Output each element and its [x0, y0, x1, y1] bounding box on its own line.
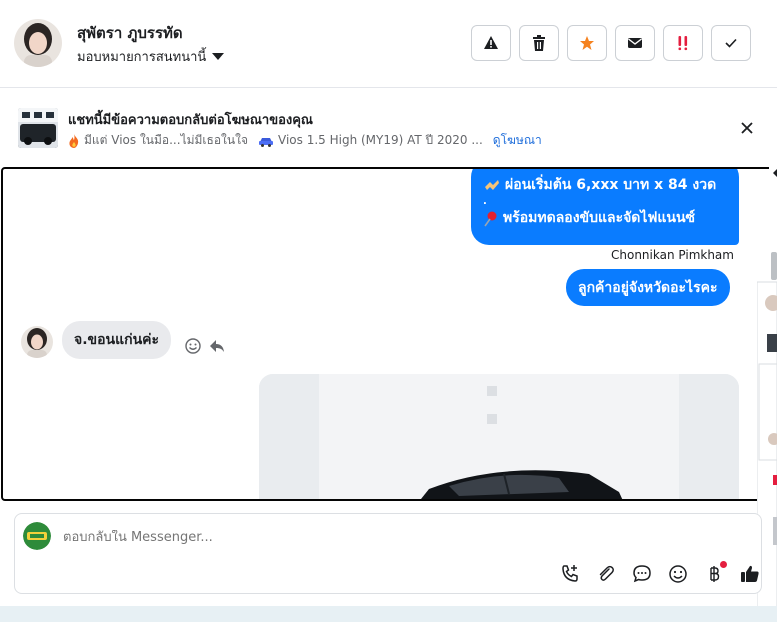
composer-toolbar — [557, 561, 763, 587]
hand-shake-icon — [485, 179, 499, 190]
message-line-1: ผ่อนเริ่มต้น 6,xxx บาท x 84 งวด — [505, 177, 717, 193]
message-line: . — [483, 196, 727, 208]
message-input[interactable] — [63, 530, 543, 545]
envelope-icon — [628, 38, 642, 48]
conversation-header: สุพัตรา ภูบรรทัด มอบหมายการสนทนานี้ — [0, 0, 777, 88]
emoji-button[interactable] — [665, 561, 691, 587]
saved-reply-button[interactable] — [629, 561, 655, 587]
message-line-3: พร้อมทดลองขับและจัดไฟแนนซ์ — [503, 210, 696, 226]
footer-background — [0, 606, 777, 622]
fire-icon — [69, 133, 79, 148]
contact-avatar[interactable] — [14, 19, 62, 67]
ad-thumbnail[interactable] — [18, 108, 58, 148]
warning-icon — [484, 36, 498, 49]
reply-icon[interactable] — [208, 337, 226, 355]
attach-button[interactable] — [593, 561, 619, 587]
message-thread[interactable]: ผ่อนเริ่มต้น 6,xxx บาท x 84 งวด . พร้อมท… — [1, 167, 777, 501]
ad-banner-subtitle: มีแต่ Vios ในมือ...ไม่มีเธอในใจ Vios 1.5… — [68, 131, 542, 150]
call-button[interactable] — [557, 561, 583, 587]
star-icon — [580, 36, 594, 50]
ad-car-text: Vios 1.5 High (MY19) AT ปี 2020 ... — [278, 133, 483, 147]
assign-label: มอบหมายการสนทนานี้ — [77, 50, 207, 65]
conversation-actions — [471, 25, 751, 61]
contact-avatar-small[interactable] — [21, 326, 53, 358]
react-emoji-icon[interactable] — [184, 337, 202, 355]
message-line: พร้อมทดลองขับและจัดไฟแนนซ์ — [483, 208, 727, 229]
page-avatar — [23, 522, 51, 550]
saved-reply-icon — [633, 565, 651, 583]
like-icon — [741, 565, 759, 582]
delete-button[interactable] — [519, 25, 559, 61]
ad-banner-title: แชทนี้มีข้อความตอบกลับต่อโฆษณาของคุณ — [68, 113, 313, 128]
close-icon[interactable] — [738, 119, 756, 137]
reply-composer — [14, 513, 762, 594]
notification-dot — [720, 561, 727, 568]
ad-reply-banner: แชทนี้มีข้อความตอบกลับต่อโฆษณาของคุณ มีแ… — [0, 88, 777, 166]
sender-name: Chonnikan Pimkham — [611, 248, 734, 262]
view-ad-link[interactable]: ดูโฆษณา — [493, 131, 542, 150]
outgoing-message-bubble[interactable]: ผ่อนเริ่มต้น 6,xxx บาท x 84 งวด . พร้อมท… — [471, 169, 739, 245]
call-icon — [562, 565, 578, 582]
car-icon — [259, 137, 274, 147]
messenger-conversation: สุพัตรา ภูบรรทัด มอบหมายการสนทนานี้ แชทน… — [0, 0, 777, 622]
outgoing-message-bubble[interactable]: ลูกค้าอยู่จังหวัดอะไรคะ — [566, 269, 730, 306]
attachment-icon — [599, 565, 614, 581]
star-button[interactable] — [567, 25, 607, 61]
photo-attachment[interactable] — [259, 374, 739, 499]
mark-urgent-button[interactable] — [663, 25, 703, 61]
urgent-icon — [678, 36, 688, 51]
assign-conversation-dropdown[interactable]: มอบหมายการสนทนานี้ — [77, 46, 225, 67]
mark-spam-button[interactable] — [471, 25, 511, 61]
message-line: ผ่อนเริ่มต้น 6,xxx บาท x 84 งวด — [483, 175, 727, 196]
message-line-2: . — [483, 196, 487, 207]
mark-unread-button[interactable] — [615, 25, 655, 61]
emoji-icon — [669, 565, 687, 583]
pin-icon — [484, 211, 497, 226]
like-button[interactable] — [737, 561, 763, 587]
ad-text: มีแต่ Vios ในมือ...ไม่มีเธอในใจ — [84, 133, 249, 147]
caret-down-icon — [212, 53, 225, 60]
payment-button[interactable] — [701, 561, 727, 587]
check-icon — [725, 38, 737, 48]
contact-name: สุพัตรา ภูบรรทัด — [77, 24, 183, 42]
trash-icon — [533, 35, 545, 51]
mark-done-button[interactable] — [711, 25, 751, 61]
incoming-message-bubble[interactable]: จ.ขอนแก่นค่ะ — [62, 321, 172, 359]
